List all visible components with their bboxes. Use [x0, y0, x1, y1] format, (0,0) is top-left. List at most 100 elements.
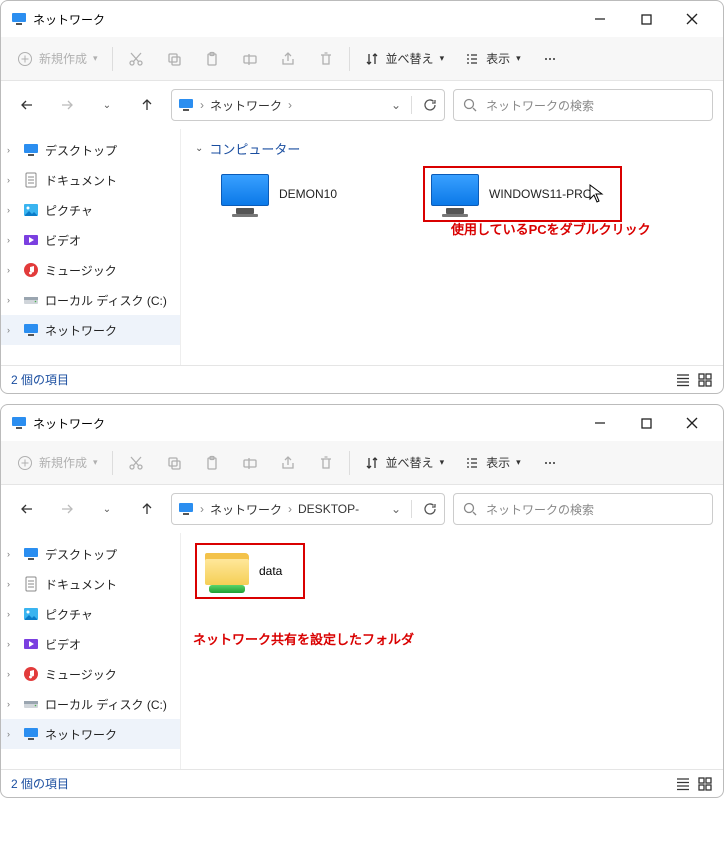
- paste-button[interactable]: [193, 445, 231, 481]
- chevron-down-icon: ▾: [93, 457, 98, 468]
- nav-documents[interactable]: ›ドキュメント: [1, 165, 180, 195]
- delete-button[interactable]: [307, 445, 345, 481]
- share-icon: [280, 455, 296, 471]
- chevron-down-icon: ▾: [516, 53, 521, 64]
- nav-localdisk[interactable]: ›ローカル ディスク (C:): [1, 285, 180, 315]
- sort-button[interactable]: 並べ替え ▾: [354, 41, 455, 77]
- refresh-icon[interactable]: [422, 501, 438, 517]
- content-pane[interactable]: ⌄ コンピューター DEMON10 WINDOWS11-PRO 使用しているPC…: [181, 129, 723, 365]
- view-label: 表示: [486, 50, 510, 67]
- close-button[interactable]: [669, 3, 715, 35]
- item-label: DEMON10: [279, 187, 337, 201]
- share-folder-item[interactable]: data: [195, 543, 305, 599]
- chevron-down-icon: ▾: [440, 53, 445, 64]
- view-icon: [464, 455, 480, 471]
- breadcrumb-item[interactable]: ネットワーク: [210, 97, 282, 114]
- crumb-sep: ›: [288, 502, 292, 516]
- cut-button[interactable]: [117, 445, 155, 481]
- rename-button[interactable]: [231, 41, 269, 77]
- nav-pane[interactable]: ›デスクトップ ›ドキュメント ›ピクチャ ›ビデオ ›ミュージック ›ローカル…: [1, 129, 181, 365]
- pictures-icon: [23, 606, 39, 622]
- maximize-button[interactable]: [623, 407, 669, 439]
- copy-button[interactable]: [155, 41, 193, 77]
- up-button[interactable]: [131, 89, 163, 121]
- status-text: 2 個の項目: [11, 775, 69, 792]
- up-button[interactable]: [131, 493, 163, 525]
- refresh-icon[interactable]: [422, 97, 438, 113]
- minimize-button[interactable]: [577, 3, 623, 35]
- view-button[interactable]: 表示 ▾: [454, 41, 531, 77]
- minimize-button[interactable]: [577, 407, 623, 439]
- address-bar[interactable]: › ネットワーク › DESKTOP- ⌄: [171, 493, 445, 525]
- nav-label: ビデオ: [45, 636, 81, 653]
- share-button[interactable]: [269, 445, 307, 481]
- nav-localdisk[interactable]: ›ローカル ディスク (C:): [1, 689, 180, 719]
- paste-button[interactable]: [193, 41, 231, 77]
- titlebar[interactable]: ネットワーク: [1, 1, 723, 37]
- rename-button[interactable]: [231, 445, 269, 481]
- status-bar: 2 個の項目: [1, 365, 723, 393]
- nav-network[interactable]: ›ネットワーク: [1, 719, 180, 749]
- scissors-icon: [128, 455, 144, 471]
- new-label: 新規作成: [39, 454, 87, 471]
- titlebar[interactable]: ネットワーク: [1, 405, 723, 441]
- breadcrumb-item[interactable]: DESKTOP-: [298, 502, 359, 516]
- recent-button[interactable]: ⌄: [91, 493, 123, 525]
- chevron-down-icon[interactable]: ⌄: [391, 98, 401, 112]
- new-button[interactable]: 新規作成 ▾: [7, 41, 108, 77]
- more-button[interactable]: [531, 445, 569, 481]
- breadcrumb-item[interactable]: ネットワーク: [210, 501, 282, 518]
- nav-music[interactable]: ›ミュージック: [1, 659, 180, 689]
- paste-icon: [204, 51, 220, 67]
- crumb-sep: ›: [288, 98, 292, 112]
- nav-label: ネットワーク: [45, 726, 117, 743]
- copy-button[interactable]: [155, 445, 193, 481]
- content-pane[interactable]: data ネットワーク共有を設定したフォルダ: [181, 533, 723, 769]
- search-box[interactable]: ネットワークの検索: [453, 89, 713, 121]
- desktop-icon: [23, 142, 39, 158]
- sort-icon: [364, 51, 380, 67]
- nav-desktop[interactable]: ›デスクトップ: [1, 539, 180, 569]
- share-button[interactable]: [269, 41, 307, 77]
- forward-button[interactable]: [51, 89, 83, 121]
- recent-button[interactable]: ⌄: [91, 89, 123, 121]
- close-button[interactable]: [669, 407, 715, 439]
- chevron-down-icon: ⌄: [103, 100, 111, 111]
- monitor-icon: [178, 501, 194, 517]
- document-icon: [23, 576, 39, 592]
- sort-button[interactable]: 並べ替え ▾: [354, 445, 455, 481]
- back-button[interactable]: [11, 493, 43, 525]
- nav-pane[interactable]: ›デスクトップ ›ドキュメント ›ピクチャ ›ビデオ ›ミュージック ›ローカル…: [1, 533, 181, 769]
- more-button[interactable]: [531, 41, 569, 77]
- delete-button[interactable]: [307, 41, 345, 77]
- new-button[interactable]: 新規作成 ▾: [7, 445, 108, 481]
- nav-desktop[interactable]: ›デスクトップ: [1, 135, 180, 165]
- status-bar: 2 個の項目: [1, 769, 723, 797]
- group-header[interactable]: ⌄ コンピューター: [195, 139, 709, 158]
- details-view-icon[interactable]: [675, 776, 691, 792]
- icons-view-icon[interactable]: [697, 776, 713, 792]
- document-icon: [23, 172, 39, 188]
- icons-view-icon[interactable]: [697, 372, 713, 388]
- search-box[interactable]: ネットワークの検索: [453, 493, 713, 525]
- maximize-button[interactable]: [623, 3, 669, 35]
- new-label: 新規作成: [39, 50, 87, 67]
- back-button[interactable]: [11, 89, 43, 121]
- nav-videos[interactable]: ›ビデオ: [1, 629, 180, 659]
- address-bar[interactable]: › ネットワーク › ⌄: [171, 89, 445, 121]
- nav-pictures[interactable]: ›ピクチャ: [1, 599, 180, 629]
- nav-music[interactable]: ›ミュージック: [1, 255, 180, 285]
- view-button[interactable]: 表示 ▾: [454, 445, 531, 481]
- nav-network[interactable]: ›ネットワーク: [1, 315, 180, 345]
- nav-videos[interactable]: ›ビデオ: [1, 225, 180, 255]
- computer-item-demon10[interactable]: DEMON10: [215, 166, 343, 222]
- forward-button[interactable]: [51, 493, 83, 525]
- cut-button[interactable]: [117, 41, 155, 77]
- nav-pictures[interactable]: ›ピクチャ: [1, 195, 180, 225]
- body: ›デスクトップ ›ドキュメント ›ピクチャ ›ビデオ ›ミュージック ›ローカル…: [1, 129, 723, 365]
- copy-icon: [166, 455, 182, 471]
- nav-documents[interactable]: ›ドキュメント: [1, 569, 180, 599]
- pictures-icon: [23, 202, 39, 218]
- details-view-icon[interactable]: [675, 372, 691, 388]
- chevron-down-icon[interactable]: ⌄: [391, 502, 401, 516]
